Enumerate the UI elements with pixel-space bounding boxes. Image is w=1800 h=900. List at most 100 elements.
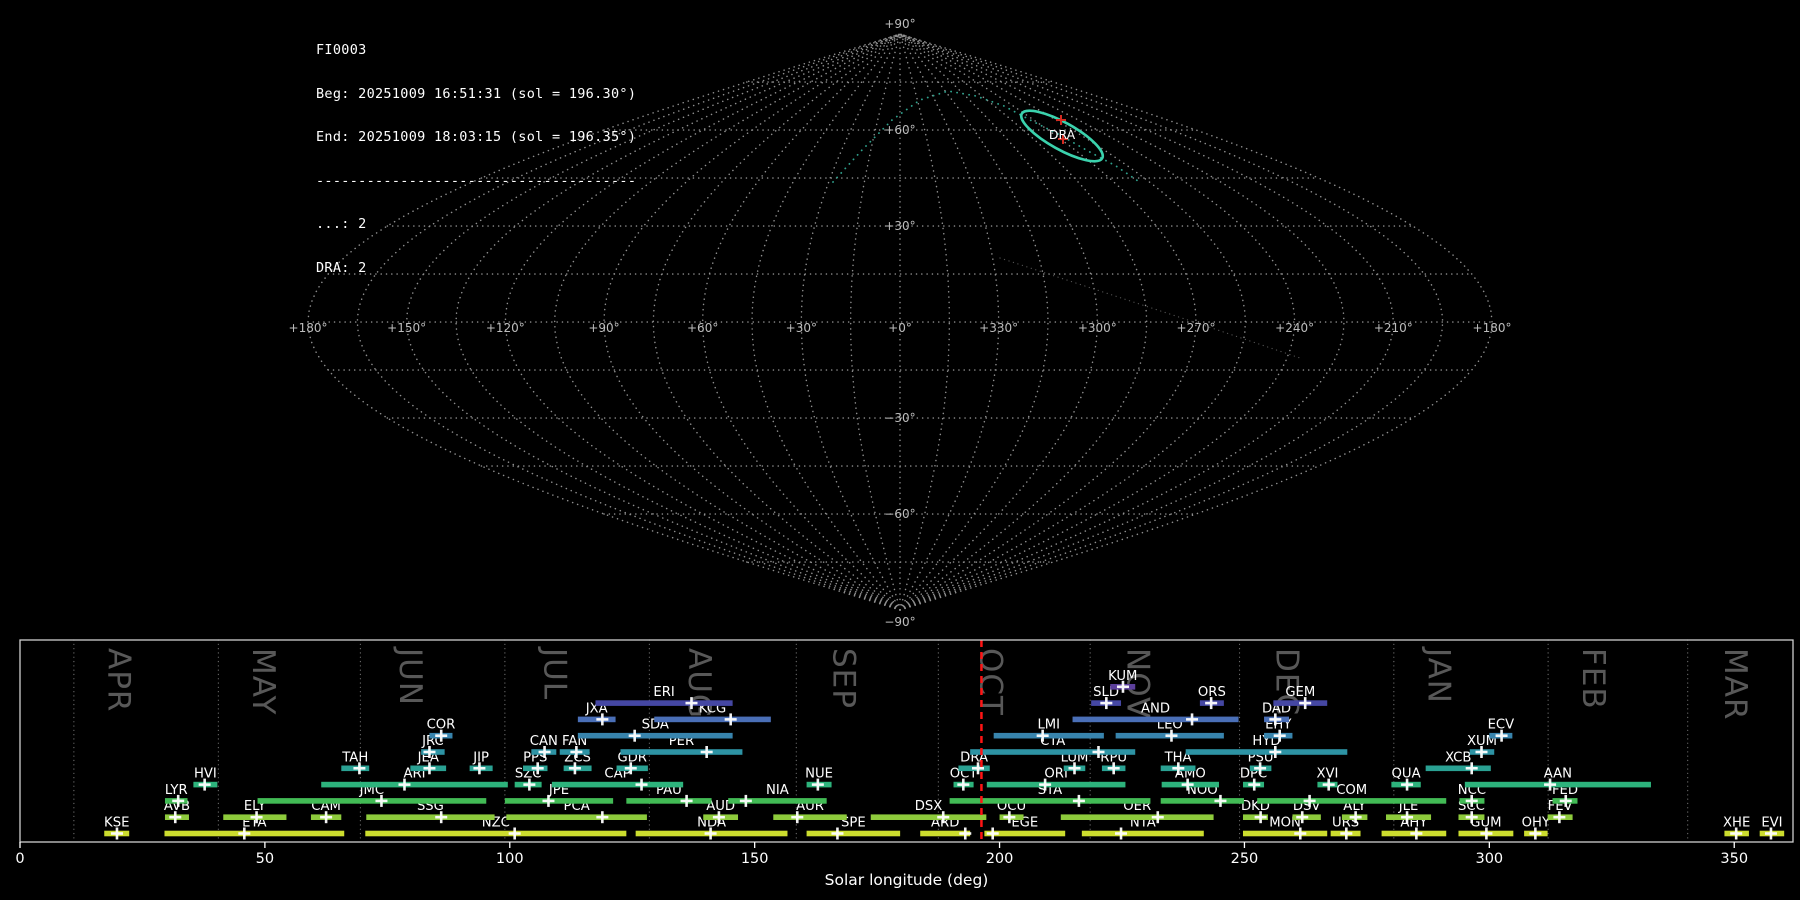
month-label-OCT: OCT [972,648,1008,716]
shower-bar-ORI [986,781,1126,788]
peak-marker-SDA [628,729,641,742]
month-label-APR: APR [101,648,137,712]
map-meridian [603,33,901,611]
station-id: FI0003 [316,42,367,58]
shower-bar-COM [1257,798,1447,804]
month-label-SEP: SEP [825,648,861,709]
x-tick-label: 300 [1475,851,1503,867]
count-label: DRA: [316,259,350,276]
shower-bar-ARI [321,781,508,788]
x-tick-label: 250 [1231,851,1259,867]
shower-bar-DSX [870,814,987,820]
meridian-label: +240° [1275,321,1314,335]
peak-marker-STA [1072,794,1085,807]
meridian-label: +330° [979,321,1018,335]
count-label: ...: [316,216,350,232]
shower-label-HVI: HVI [194,767,217,782]
shower-label-ECV: ECV [1488,718,1515,733]
shower-bar-ETA [164,830,345,837]
shower-label-OHY: OHY [1522,816,1551,831]
latitude-label: +30° [884,219,915,233]
shower-bar-LMI [993,732,1104,739]
faint-track [999,257,1301,359]
latitude-label: −30° [884,411,915,425]
peak-marker-AND [1186,713,1199,726]
shower-bar-JMC [257,798,487,804]
count-line-dra: DRA: 2 [316,259,636,276]
meridian-label: +120° [486,321,525,335]
shower-bar-PER [620,749,743,755]
shower-bar-KCG [654,716,771,723]
x-axis-title: Solar longitude (deg) [825,871,989,889]
shower-label-NIA: NIA [766,783,789,798]
month-label-MAY: MAY [245,648,281,715]
count-line-unclassified: ...: 2 [316,217,636,232]
x-tick-label: 200 [986,851,1014,867]
latitude-label: −60° [884,507,915,521]
shower-bar-PCA [506,814,647,820]
shower-label-LYR: LYR [165,783,188,798]
meridian-label: +210° [1374,321,1413,335]
shower-label-COR: COR [427,718,456,733]
shower-bar-AND [1072,716,1239,723]
dra-label: DRA [1049,127,1076,142]
shower-bar-OER [1060,814,1214,820]
meridian-label: +270° [1177,321,1216,335]
x-tick-label: 0 [15,851,24,867]
shower-label-AND: AND [1141,701,1170,716]
x-tick-label: 100 [496,851,524,867]
shower-label-XCB: XCB [1445,750,1471,765]
shower-label-QUA: QUA [1392,767,1421,782]
shower-bar-XCB [1425,765,1491,772]
pole-label-north: +90° [884,17,915,31]
peak-marker-EGE [986,827,999,840]
divider-line: -------------------------------------- [316,172,637,189]
shower-bar-NTA [1081,830,1204,837]
shower-label-KSE: KSE [104,816,129,831]
month-label-JUL: JUL [536,646,572,700]
meridian-label: +150° [387,321,426,335]
month-label-FEB: FEB [1575,648,1611,710]
latitude-label: +60° [884,123,915,137]
radiant-marker [1056,115,1066,125]
shower-label-DSX: DSX [915,799,943,814]
shower-bar-CTA [970,749,1136,755]
shower-bar-STA [949,798,1151,804]
shower-label-XVI: XVI [1316,767,1338,782]
x-tick-label: 350 [1720,851,1748,867]
shower-bar-SSG [366,814,495,820]
shower-bar-MON [1242,830,1328,837]
shower-label-JIP: JIP [472,750,489,765]
shower-bar-SPE [806,830,901,837]
shower-label-COM: COM [1336,783,1367,798]
x-tick-label: 50 [256,851,274,867]
shower-bar-HYD [1185,749,1348,755]
shower-bar-NZC [365,830,627,837]
end-time-line: End: 20251009 18:03:15 (sol = 196.35°) [316,129,637,145]
meridian-label: +30° [786,321,817,335]
peak-marker-CAP [635,778,648,791]
month-label-JUN: JUN [392,646,428,706]
shower-bar-ERI [595,700,733,706]
shower-label-NUE: NUE [805,767,833,782]
shower-bar-CAP [551,781,684,788]
month-label-JAN: JAN [1421,646,1457,704]
shower-label-ORS: ORS [1198,685,1226,700]
shower-label-KUM: KUM [1108,669,1137,684]
meridian-label: +180° [289,321,328,335]
shower-bar-JPE [504,798,614,804]
shower-label-CAN: CAN [530,734,558,749]
timeline-panel-border [19,639,1794,843]
shower-label-XHE: XHE [1723,816,1750,831]
peak-marker-PCA [596,811,609,824]
meridian-label: +0° [888,321,912,335]
count-value: 2 [358,259,367,276]
month-label-MAR: MAR [1717,648,1753,721]
peak-marker-KCG [724,713,737,726]
x-tick-label: 150 [741,851,769,867]
sky-map-and-activity-chart: +180° +150° +120° +90° +60° +30° +0° +330° +300°… [15,17,1794,889]
observation-info: FI0003 Beg: 20251009 16:51:31 (sol = 196… [316,14,636,304]
shower-label-TAH: TAH [341,750,368,765]
shower-track [832,90,1139,183]
shower-bar-NOO [1160,798,1244,804]
